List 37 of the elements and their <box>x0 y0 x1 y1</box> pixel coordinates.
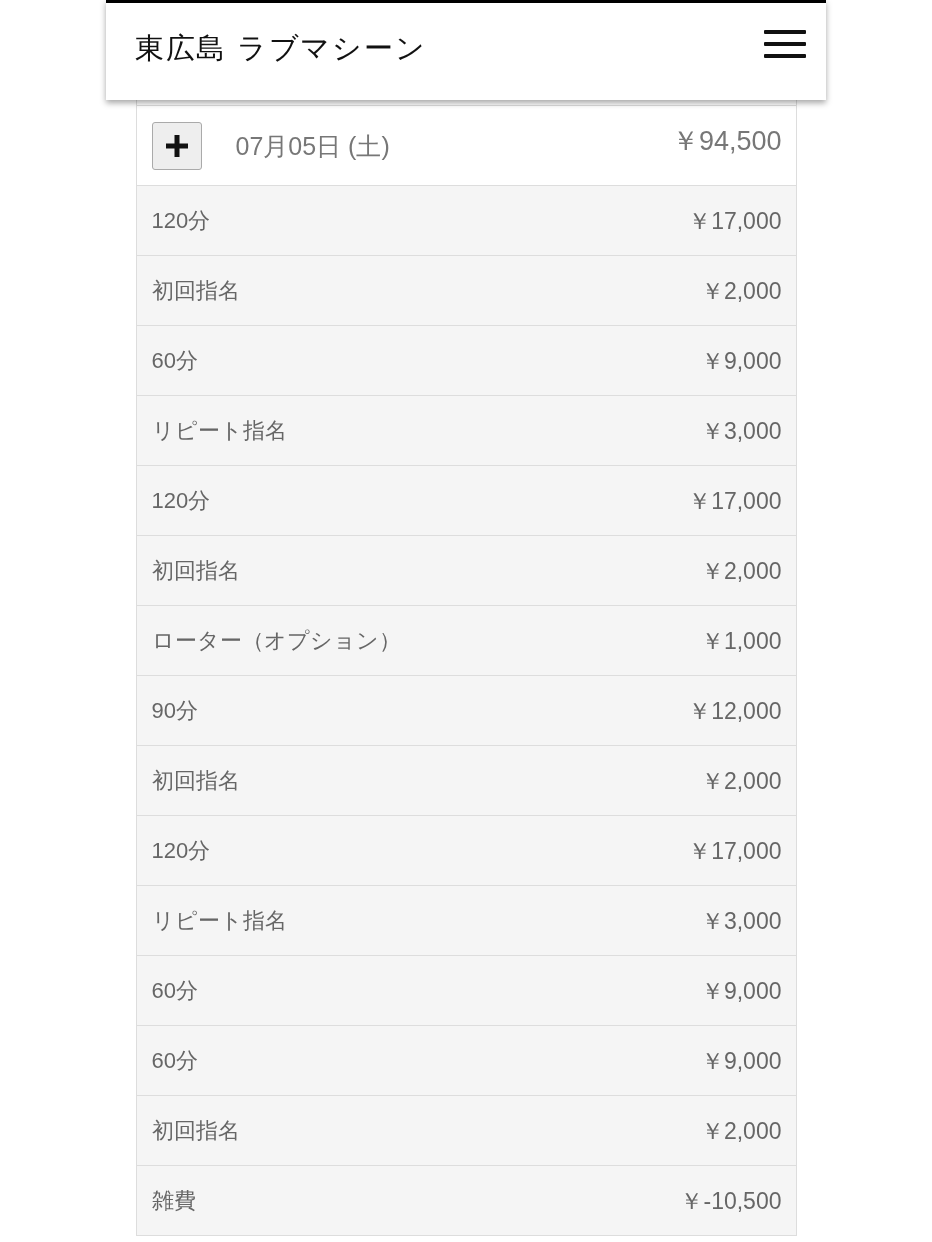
item-name: 初回指名 <box>151 766 240 795</box>
day-total: ￥94,500 <box>671 125 782 158</box>
site-title: 東広島 ラブマシーン <box>135 31 427 66</box>
item-price: ￥3,000 <box>700 906 782 936</box>
item-price: ￥2,000 <box>700 556 782 586</box>
add-button[interactable] <box>151 122 202 170</box>
menu-button[interactable] <box>764 28 806 60</box>
item-price: ￥17,000 <box>688 836 782 866</box>
item-price: ￥17,000 <box>688 486 782 516</box>
item-name: リピート指名 <box>151 906 287 935</box>
item-price: ￥1,000 <box>700 626 782 656</box>
item-price: ￥3,000 <box>700 416 782 446</box>
item-name: リピート指名 <box>151 416 287 445</box>
item-price: ￥17,000 <box>688 206 782 236</box>
item-name: 雑費 <box>151 1186 196 1215</box>
item-name: 初回指名 <box>151 556 240 585</box>
item-price: ￥9,000 <box>700 346 782 376</box>
item-price: ￥2,000 <box>700 766 782 796</box>
item-price: ￥12,000 <box>688 696 782 726</box>
date-label: 07月05日 (土) <box>235 131 390 162</box>
item-price: ￥2,000 <box>700 276 782 306</box>
menu-icon <box>764 30 806 58</box>
item-name: 120分 <box>151 486 211 515</box>
plus-icon <box>165 135 188 157</box>
item-price: ￥2,000 <box>700 1116 782 1146</box>
item-name: 120分 <box>151 836 211 865</box>
item-name: 120分 <box>151 206 211 235</box>
item-name: 初回指名 <box>151 276 240 305</box>
item-name: ローター（オプション） <box>151 626 401 655</box>
item-name: 初回指名 <box>151 1116 240 1145</box>
item-name: 90分 <box>151 696 198 725</box>
item-name: 60分 <box>151 1046 198 1075</box>
item-name: 60分 <box>151 346 198 375</box>
item-name: 60分 <box>151 976 198 1005</box>
item-price: ￥9,000 <box>700 976 782 1006</box>
item-price: ￥-10,500 <box>680 1186 782 1216</box>
item-price: ￥9,000 <box>700 1046 782 1076</box>
